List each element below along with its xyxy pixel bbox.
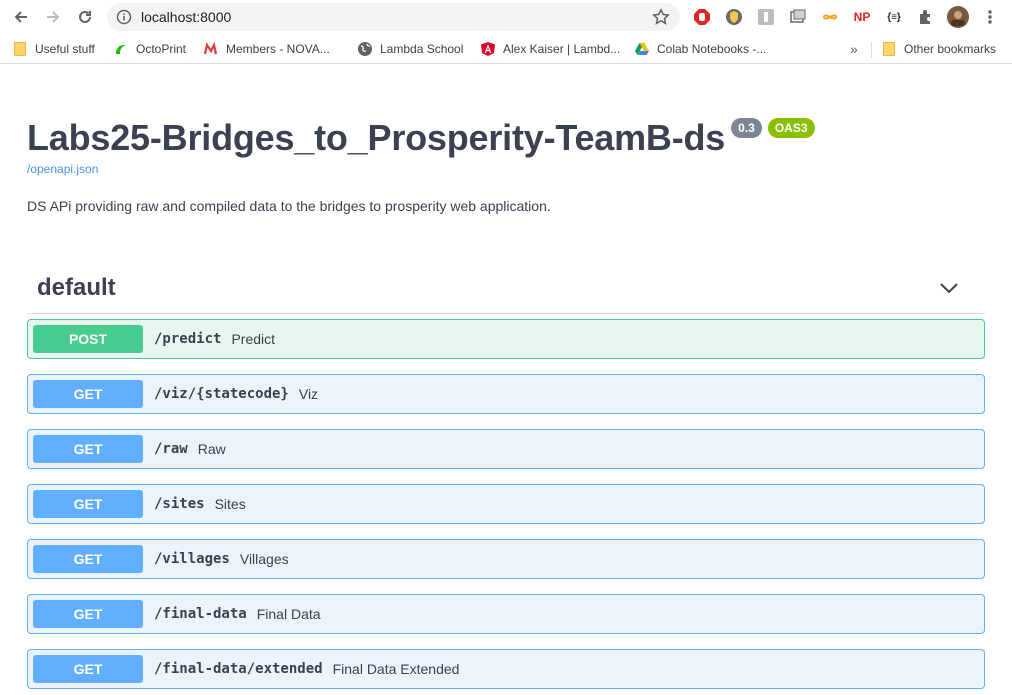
folder-icon: [881, 41, 897, 57]
forward-arrow-icon: [47, 11, 60, 23]
operation-get-final-data-extended[interactable]: GET /final-data/extended Final Data Exte…: [27, 649, 985, 689]
angular-icon: [480, 41, 496, 57]
window-extension-icon[interactable]: [788, 7, 808, 27]
bookmark-alex-kaiser[interactable]: Alex Kaiser | Lambd...: [480, 41, 620, 57]
operation-path: /final-data/extended: [154, 661, 323, 677]
bookmark-star-icon[interactable]: [652, 8, 670, 26]
operation-summary: Sites: [214, 496, 246, 512]
google-drive-icon: [634, 41, 650, 57]
adblock-extension-icon[interactable]: [692, 7, 712, 27]
bookmarks-overflow-button[interactable]: »: [850, 41, 858, 57]
method-badge: POST: [33, 325, 143, 353]
bookmark-label: Members - NOVA...: [226, 42, 330, 56]
method-badge: GET: [33, 600, 143, 628]
bookmark-octoprint[interactable]: OctoPrint: [113, 41, 186, 57]
operation-post-predict[interactable]: POST /predict Predict: [27, 319, 985, 359]
bookmark-other-bookmarks[interactable]: Other bookmarks: [881, 41, 996, 57]
reload-icon: [79, 10, 91, 23]
operation-get-sites[interactable]: GET /sites Sites: [27, 484, 985, 524]
method-badge: GET: [33, 435, 143, 463]
method-badge: GET: [33, 655, 143, 683]
method-badge: GET: [33, 380, 143, 408]
api-title-row: Labs25-Bridges_to_Prosperity-TeamB-ds 0.…: [27, 116, 815, 160]
openapi-json-link[interactable]: /openapi.json: [27, 162, 98, 176]
bookmark-useful-stuff[interactable]: Useful stuff: [12, 41, 95, 57]
bookmark-label: Useful stuff: [35, 42, 95, 56]
bookmark-label: Other bookmarks: [904, 42, 997, 56]
back-button[interactable]: [11, 7, 31, 27]
operation-get-villages[interactable]: GET /villages Villages: [27, 539, 985, 579]
operation-summary: Final Data Extended: [332, 661, 460, 677]
url-text[interactable]: localhost:8000: [141, 9, 231, 25]
address-bar[interactable]: localhost:8000: [107, 3, 680, 31]
bookmark-members-nova[interactable]: Members - NOVA...: [203, 41, 330, 57]
operation-summary: Villages: [239, 551, 289, 567]
operation-summary: Final Data: [256, 606, 321, 622]
extensions-puzzle-icon[interactable]: [916, 7, 936, 27]
bookmark-colab-notebooks[interactable]: Colab Notebooks -...: [634, 41, 766, 57]
tag-section-header[interactable]: default: [27, 264, 985, 314]
oas-badge: OAS3: [767, 118, 815, 138]
method-badge: GET: [33, 490, 143, 518]
np-extension-icon[interactable]: NP: [852, 7, 872, 27]
operation-get-raw[interactable]: GET /raw Raw: [27, 429, 985, 469]
operation-get-final-data[interactable]: GET /final-data Final Data: [27, 594, 985, 634]
json-extension-icon[interactable]: {≡}: [884, 7, 904, 27]
infinity-extension-icon[interactable]: [820, 7, 840, 27]
bookmark-label: Alex Kaiser | Lambd...: [503, 42, 621, 56]
meetup-icon: [203, 41, 219, 57]
octoprint-icon: [113, 41, 129, 57]
info-icon[interactable]: [116, 9, 132, 25]
folder-icon: [12, 41, 28, 57]
bookmark-label: Lambda School: [380, 42, 464, 56]
operation-path: /final-data: [154, 606, 247, 622]
api-title: Labs25-Bridges_to_Prosperity-TeamB-ds: [27, 117, 726, 158]
operation-path: /sites: [154, 496, 205, 512]
privacy-shield-extension-icon[interactable]: [724, 7, 744, 27]
bookmark-lambda-school[interactable]: Lambda School: [357, 41, 463, 57]
bookmark-label: OctoPrint: [136, 42, 187, 56]
tag-name: default: [37, 274, 116, 301]
forward-button[interactable]: [43, 7, 63, 27]
api-description: DS APi providing raw and compiled data t…: [27, 198, 551, 214]
method-badge: GET: [33, 545, 143, 573]
operation-path: /viz/{statecode}: [154, 386, 289, 402]
operation-summary: Predict: [231, 331, 276, 347]
back-arrow-icon: [14, 11, 27, 23]
profile-avatar[interactable]: [946, 5, 970, 29]
operation-path: /raw: [154, 441, 188, 457]
operation-path: /villages: [154, 551, 230, 567]
operation-summary: Raw: [197, 441, 226, 457]
version-badge: 0.3: [731, 118, 762, 138]
bookmarks-bar: Useful stuff OctoPrint Members - NOVA...…: [0, 34, 1012, 64]
operation-get-viz[interactable]: GET /viz/{statecode} Viz: [27, 374, 985, 414]
chevron-down-icon[interactable]: [939, 278, 959, 298]
globe-icon: [357, 41, 373, 57]
bookmark-label: Colab Notebooks -...: [657, 42, 767, 56]
operation-summary: Viz: [298, 386, 319, 402]
swagger-page: Labs25-Bridges_to_Prosperity-TeamB-ds 0.…: [27, 64, 985, 695]
menu-kebab-icon[interactable]: [980, 7, 1000, 27]
bookmarks-divider: [871, 42, 872, 58]
browser-toolbar: localhost:8000 NP {≡}: [0, 0, 1012, 34]
operation-path: /predict: [154, 331, 222, 347]
extension-grey-icon[interactable]: [756, 7, 776, 27]
reload-button[interactable]: [75, 7, 95, 27]
